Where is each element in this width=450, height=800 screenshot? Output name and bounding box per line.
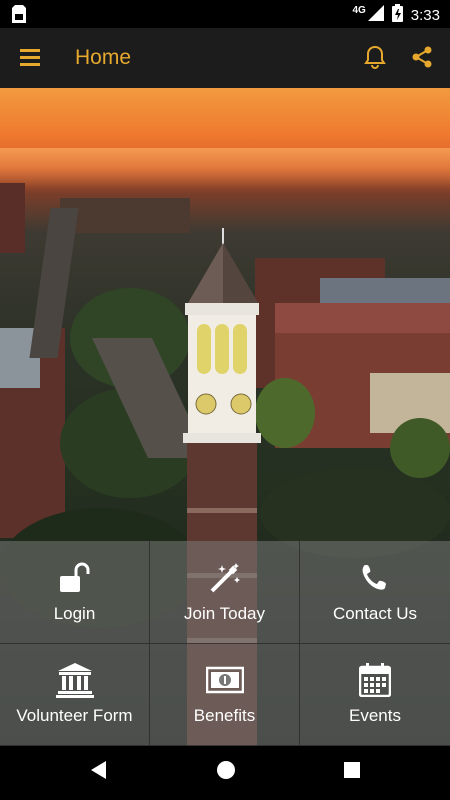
building (60, 198, 190, 233)
back-icon[interactable] (90, 760, 108, 785)
magic-wand-icon (208, 560, 242, 596)
bell-icon[interactable] (364, 45, 386, 74)
contact-us-tile[interactable]: Contact Us (300, 541, 450, 644)
navigation-bar (0, 746, 450, 800)
calendar-icon (359, 662, 391, 698)
login-tile[interactable]: Login (0, 541, 150, 644)
building-roof (275, 303, 450, 333)
hamburger-menu-icon[interactable] (20, 48, 42, 68)
volunteer-form-tile[interactable]: Volunteer Form (0, 643, 150, 746)
building (0, 183, 25, 253)
page-title: Home (75, 46, 132, 69)
sunset-glow (0, 148, 450, 188)
benefits-label: Benefits (193, 706, 256, 726)
status-bar: 4G 3:33 (0, 0, 450, 28)
benefits-tile[interactable]: Benefits (150, 643, 300, 746)
home-icon[interactable] (216, 760, 236, 785)
events-label: Events (349, 706, 401, 726)
unlock-icon (58, 560, 92, 596)
phone-icon (360, 560, 390, 596)
share-icon[interactable] (411, 46, 433, 73)
network-type-label: 4G (352, 4, 366, 16)
app-bar: Home (0, 28, 450, 88)
volunteer-form-label: Volunteer Form (16, 706, 133, 726)
clock-time: 3:33 (410, 6, 440, 24)
menu-grid: Login Join Today Contact Us Volunteer Fo… (0, 541, 450, 746)
login-label: Login (53, 603, 96, 623)
institution-icon (55, 662, 94, 699)
battery-icon (391, 4, 403, 26)
join-today-tile[interactable]: Join Today (150, 541, 300, 644)
join-today-label: Join Today (184, 603, 265, 623)
contact-us-label: Contact Us (332, 603, 418, 623)
events-tile[interactable]: Events (300, 643, 450, 746)
signal-icon (367, 5, 384, 25)
tree (255, 378, 315, 448)
recents-icon[interactable] (343, 761, 361, 784)
money-bill-icon (205, 662, 244, 698)
tree (390, 418, 450, 478)
sim-card-icon (12, 5, 26, 28)
